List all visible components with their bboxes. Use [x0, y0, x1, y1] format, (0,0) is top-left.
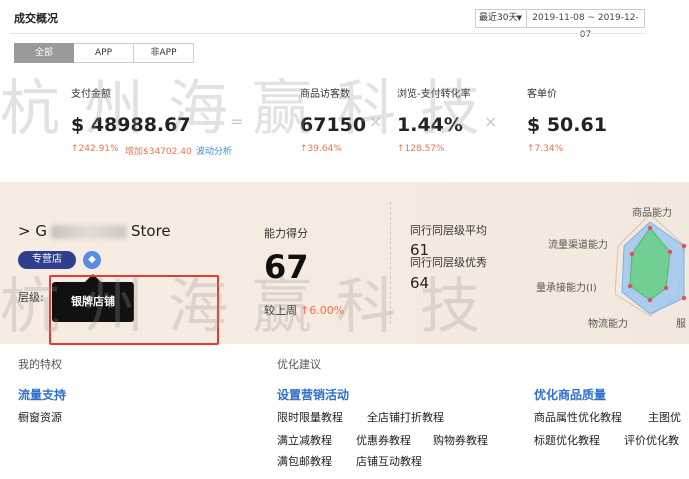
- radar-point: [667, 249, 673, 255]
- traffic-support-link[interactable]: 流量支持: [18, 386, 66, 403]
- highlight-annotation: [49, 275, 219, 345]
- week-change: ↑6.00%: [300, 304, 345, 317]
- metric-value: $ 50.61: [527, 114, 607, 136]
- tutorial-link[interactable]: 主图优: [648, 409, 681, 425]
- payment-change: ↑242.91%: [71, 144, 119, 154]
- privileges-and-suggestions: 我的特权 优化建议 流量支持 橱窗资源 设置营销活动 限时限量教程 全店铺打折教…: [0, 346, 689, 479]
- peer-excellent-label: 同行同层级优秀: [410, 256, 487, 269]
- chevron-right-icon: >: [18, 222, 31, 240]
- diamond-icon[interactable]: ◆: [83, 251, 101, 269]
- tutorial-link[interactable]: 购物券教程: [433, 432, 488, 448]
- radar-label: 服: [676, 319, 686, 330]
- suggestions-heading: 优化建议: [277, 358, 321, 371]
- metric-label: 浏览-支付转化率: [397, 89, 471, 100]
- marketing-activity-link[interactable]: 设置营销活动: [277, 386, 349, 403]
- tab-non-app[interactable]: 非APP: [134, 43, 194, 63]
- metric-value: $ 48988.67: [71, 114, 191, 136]
- radar-point: [663, 285, 669, 291]
- overview-title: 成交概况: [14, 12, 58, 25]
- chevron-down-icon: ▼: [516, 14, 522, 22]
- metric-label: 商品访客数: [300, 89, 350, 100]
- metric-conversion: 浏览-支付转化率 1.44%: [397, 85, 471, 136]
- range-select-label: 最近30天: [479, 13, 518, 23]
- score-value: 67: [264, 248, 309, 286]
- date-range-picker[interactable]: 2019-11-08 ~ 2019-12-07: [527, 9, 645, 40]
- peer-average-label: 同行同层级平均: [410, 224, 487, 237]
- radar-point: [627, 283, 633, 289]
- divider: [10, 33, 645, 34]
- week-label: 较上周: [264, 304, 297, 317]
- radar-point: [647, 225, 653, 231]
- divider: [390, 202, 391, 324]
- metric-label: 客单价: [527, 89, 557, 100]
- radar-label: 商品能力: [632, 208, 672, 219]
- store-name-suffix: Store: [130, 222, 171, 240]
- tutorial-link[interactable]: 评价优化教: [624, 432, 679, 448]
- channel-tabs: 全部 APP 非APP: [14, 43, 194, 63]
- multiply-icon: ×: [369, 112, 383, 131]
- avg-price-change: ↑7.34%: [527, 144, 564, 154]
- tutorial-link[interactable]: 满立减教程: [277, 432, 332, 448]
- store-ability-banner: > G Store 专营店 ◆ 层级: 银牌店铺 能力得分 67 较上周 ↑6.00…: [0, 182, 689, 345]
- tutorial-link[interactable]: 满包邮教程: [277, 453, 332, 469]
- redacted-name: [50, 224, 127, 239]
- product-quality-link[interactable]: 优化商品质量: [534, 386, 606, 403]
- radar-point: [681, 295, 687, 301]
- showcase-resource-link[interactable]: 橱窗资源: [18, 409, 62, 425]
- tab-app[interactable]: APP: [74, 43, 134, 63]
- radar-point: [629, 251, 635, 257]
- tutorial-link[interactable]: 全店铺打折教程: [367, 409, 444, 425]
- range-select[interactable]: 最近30天 ▼: [475, 9, 527, 28]
- metric-value: 67150: [300, 114, 367, 136]
- store-type-badge: 专营店: [18, 251, 76, 269]
- level-label: 层级:: [18, 291, 44, 304]
- privileges-heading: 我的特权: [18, 358, 62, 371]
- tutorial-link[interactable]: 店铺互动教程: [356, 453, 422, 469]
- tutorial-link[interactable]: 商品属性优化教程: [534, 409, 622, 425]
- radar-label: 物流能力: [588, 319, 628, 330]
- week-comparison: 较上周 ↑6.00%: [264, 302, 344, 318]
- score-label: 能力得分: [264, 227, 308, 240]
- equals-icon: =: [230, 112, 244, 131]
- tab-all[interactable]: 全部: [14, 43, 74, 63]
- fluctuation-analysis-link[interactable]: 波动分析: [196, 144, 232, 157]
- visitors-change: ↑39.64%: [300, 144, 342, 154]
- store-name-link[interactable]: > G Store: [18, 222, 171, 240]
- tutorial-link[interactable]: 限时限量教程: [277, 409, 343, 425]
- peer-excellent-value: 64: [410, 274, 430, 292]
- tutorial-link[interactable]: 优惠券教程: [356, 432, 411, 448]
- metric-label: 支付金额: [71, 89, 111, 100]
- tutorial-link[interactable]: 标题优化教程: [534, 432, 600, 448]
- store-name-prefix: G: [35, 222, 47, 240]
- payment-increase: 增加$34702.40: [125, 147, 192, 157]
- radar-point: [681, 243, 687, 249]
- metric-value: 1.44%: [397, 114, 463, 136]
- radar-point: [647, 297, 653, 303]
- metric-avg-price: 客单价 $ 50.61: [527, 85, 607, 136]
- multiply-icon: ×: [484, 112, 498, 131]
- radar-label: 流量渠道能力: [548, 240, 608, 251]
- metric-visitors: 商品访客数 67150: [300, 85, 366, 136]
- transaction-overview-card: 成交概况 最近30天 ▼ 2019-11-08 ~ 2019-12-07 全部 …: [0, 0, 689, 180]
- metric-payment: 支付金额 $ 48988.67: [71, 85, 191, 136]
- conversion-change: ↑128.57%: [397, 144, 445, 154]
- radar-label: 量承接能力(I): [536, 283, 597, 294]
